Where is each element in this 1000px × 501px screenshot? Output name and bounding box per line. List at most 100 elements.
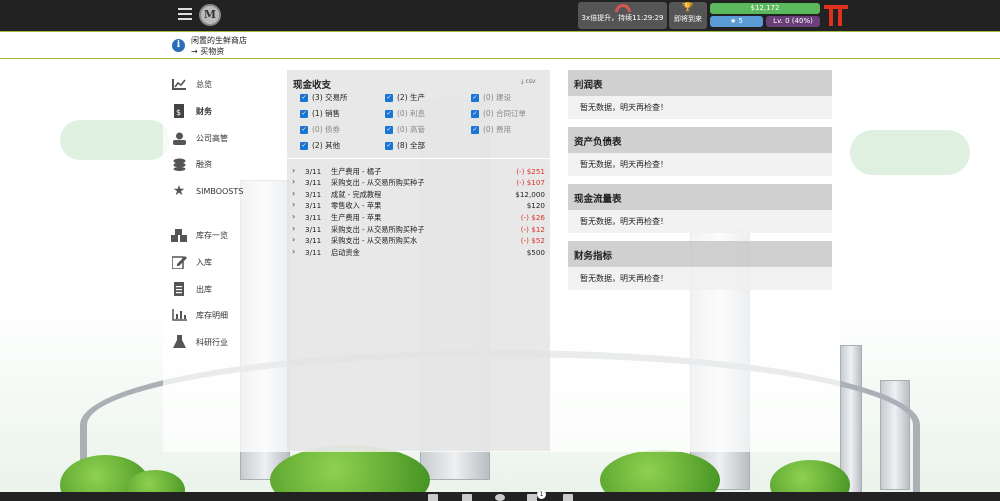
speed-boost-button[interactable]: 3x倍提升，持续11:29:29 (578, 2, 667, 29)
row-amount: $120 (526, 201, 545, 210)
sidebar-item-outbound[interactable]: 出库 (171, 281, 212, 297)
csv-label: csv (525, 78, 536, 85)
card-body: 暂无数据，明天再检查！ (568, 267, 832, 290)
sidebar-item-financing[interactable]: 融资 (171, 156, 212, 172)
filter-label: (0) 利息 (397, 109, 426, 118)
row-date: 3/11 (305, 236, 322, 245)
table-row[interactable]: › 3/11 采购支出 - 从交易所购买水 (-) $52 (289, 235, 547, 246)
sidebar-item-label: 总览 (196, 79, 212, 89)
filter-label: (3) 交易所 (312, 93, 348, 102)
cash-flow-statement-card: 现金流量表 暂无数据，明天再检查！ (568, 184, 832, 233)
cloud (60, 120, 170, 160)
chevron-right-icon[interactable]: › (292, 247, 295, 256)
row-description: 生产费用 - 苹果 (331, 213, 382, 222)
sidebar-item-finance[interactable]: $ 财务 (171, 103, 212, 119)
filter-label: (2) 生产 (397, 93, 426, 102)
svg-text:$: $ (176, 108, 181, 117)
chevron-right-icon[interactable]: › (292, 212, 295, 221)
checkbox-icon: ✓ (300, 93, 308, 102)
filter-sales[interactable]: ✓ (1) 销售 (300, 108, 340, 119)
csv-download-button[interactable]: ⤓ csv (521, 78, 536, 86)
level-badge[interactable]: Lv. 0 (40%) (766, 16, 820, 27)
filter-production[interactable]: ✓ (2) 生产 (385, 92, 425, 103)
filter-label: (1) 销售 (312, 109, 341, 118)
balance-sheet-card: 资产负债表 暂无数据，明天再检查！ (568, 127, 832, 176)
chevron-right-icon[interactable]: › (292, 200, 295, 209)
table-row[interactable]: › 3/11 启动资金 $500 (289, 247, 547, 258)
building-icon[interactable] (462, 494, 472, 501)
map-icon[interactable] (428, 494, 438, 501)
upcoming-button[interactable]: 🏆 即将到来 (669, 2, 707, 29)
speedometer-icon (614, 4, 631, 12)
filter-exchange[interactable]: ✓ (3) 交易所 (300, 92, 348, 103)
filter-all[interactable]: ✓ (8) 全部 (385, 140, 425, 151)
sidebar-item-research[interactable]: 科研行业 (171, 334, 228, 350)
checkbox-icon: ✓ (385, 141, 393, 150)
sidebar-item-label: 出库 (196, 284, 212, 294)
sidebar-item-simboosts[interactable]: ★ SIMBOOSTS (171, 183, 244, 199)
sidebar-item-inventory-details[interactable]: 库存明细 (171, 307, 228, 323)
filter-executives[interactable]: ✓ (0) 高管 (385, 124, 425, 135)
brand-logo-icon[interactable] (824, 5, 848, 27)
filter-bonds[interactable]: ✓ (0) 债券 (300, 124, 340, 135)
chevron-right-icon[interactable]: › (292, 189, 295, 198)
notification-banner[interactable]: i 闲置的生鲜商店 → 买物资 (0, 31, 1000, 59)
rating-value: 5 (738, 17, 743, 25)
row-amount: $500 (526, 248, 545, 257)
filter-construction[interactable]: ✓ (0) 建设 (471, 92, 511, 103)
checkbox-icon: ✓ (385, 125, 393, 134)
chevron-right-icon[interactable]: › (292, 224, 295, 233)
row-date: 3/11 (305, 248, 322, 257)
sidebar-item-label: SIMBOOSTS (196, 186, 244, 196)
filter-expenses[interactable]: ✓ (0) 费用 (471, 124, 511, 135)
table-row[interactable]: › 3/11 成就 - 完成教程 $12,000 (289, 189, 547, 200)
sidebar-item-inbound[interactable]: 入库 (171, 254, 212, 270)
table-row[interactable]: › 3/11 采购支出 - 从交易所购买种子 (-) $12 (289, 224, 547, 235)
chart-icon (171, 77, 187, 91)
card-title: 资产负债表 (568, 127, 832, 153)
checkbox-icon: ✓ (471, 93, 479, 102)
search-icon[interactable] (495, 494, 505, 501)
checkbox-icon: ✓ (471, 109, 479, 118)
card-title: 现金流量表 (568, 184, 832, 210)
card-title: 财务指标 (568, 241, 832, 267)
sidebar-item-inventory-overview[interactable]: 库存一览 (171, 227, 228, 243)
app-logo[interactable]: M (199, 4, 221, 26)
sidebar-item-label: 公司高管 (196, 133, 228, 143)
filter-interest[interactable]: ✓ (0) 利息 (385, 108, 425, 119)
mail-icon[interactable] (527, 494, 537, 501)
sidebar-item-executives[interactable]: 公司高管 (171, 130, 228, 146)
table-row[interactable]: › 3/11 零售收入 - 苹果 $120 (289, 200, 547, 211)
financial-ratios-card: 财务指标 暂无数据，明天再检查！ (568, 241, 832, 290)
arrow-right-icon[interactable] (563, 494, 573, 501)
coins-icon (171, 157, 187, 171)
edit-icon (171, 255, 187, 269)
table-row[interactable]: › 3/11 采购支出 - 从交易所购买种子 (-) $107 (289, 177, 547, 188)
row-amount: (-) $107 (516, 178, 545, 187)
row-date: 3/11 (305, 201, 322, 210)
row-description: 采购支出 - 从交易所购买水 (331, 236, 418, 245)
card-body: 暂无数据，明天再检查！ (568, 96, 832, 119)
table-row[interactable]: › 3/11 生产费用 - 苹果 (-) $26 (289, 212, 547, 223)
money-balance[interactable]: $12,172 (710, 3, 820, 14)
notice-action[interactable]: → 买物资 (191, 46, 224, 57)
row-description: 零售收入 - 苹果 (331, 201, 382, 210)
chevron-right-icon[interactable]: › (292, 166, 295, 175)
filter-contracts[interactable]: ✓ (0) 合同订单 (471, 108, 526, 119)
row-date: 3/11 (305, 190, 322, 199)
rating-badge[interactable]: ★ 5 (710, 16, 763, 27)
chevron-right-icon[interactable]: › (292, 235, 295, 244)
checkbox-icon: ✓ (300, 125, 308, 134)
row-date: 3/11 (305, 225, 322, 234)
table-row[interactable]: › 3/11 生产费用 - 橘子 (-) $251 (289, 166, 547, 177)
sidebar-item-label: 入库 (196, 257, 212, 267)
filter-other[interactable]: ✓ (2) 其他 (300, 140, 340, 151)
card-body: 暂无数据，明天再检查！ (568, 210, 832, 233)
upcoming-label: 即将到来 (674, 15, 702, 23)
filter-label: (0) 合同订单 (483, 109, 527, 118)
menu-icon[interactable] (178, 8, 192, 20)
chevron-right-icon[interactable]: › (292, 177, 295, 186)
top-bar: M 3x倍提升，持续11:29:29 🏆 即将到来 $12,172 ★ 5 Lv… (0, 0, 1000, 31)
row-description: 生产费用 - 橘子 (331, 167, 382, 176)
sidebar-item-overview[interactable]: 总览 (171, 76, 212, 92)
